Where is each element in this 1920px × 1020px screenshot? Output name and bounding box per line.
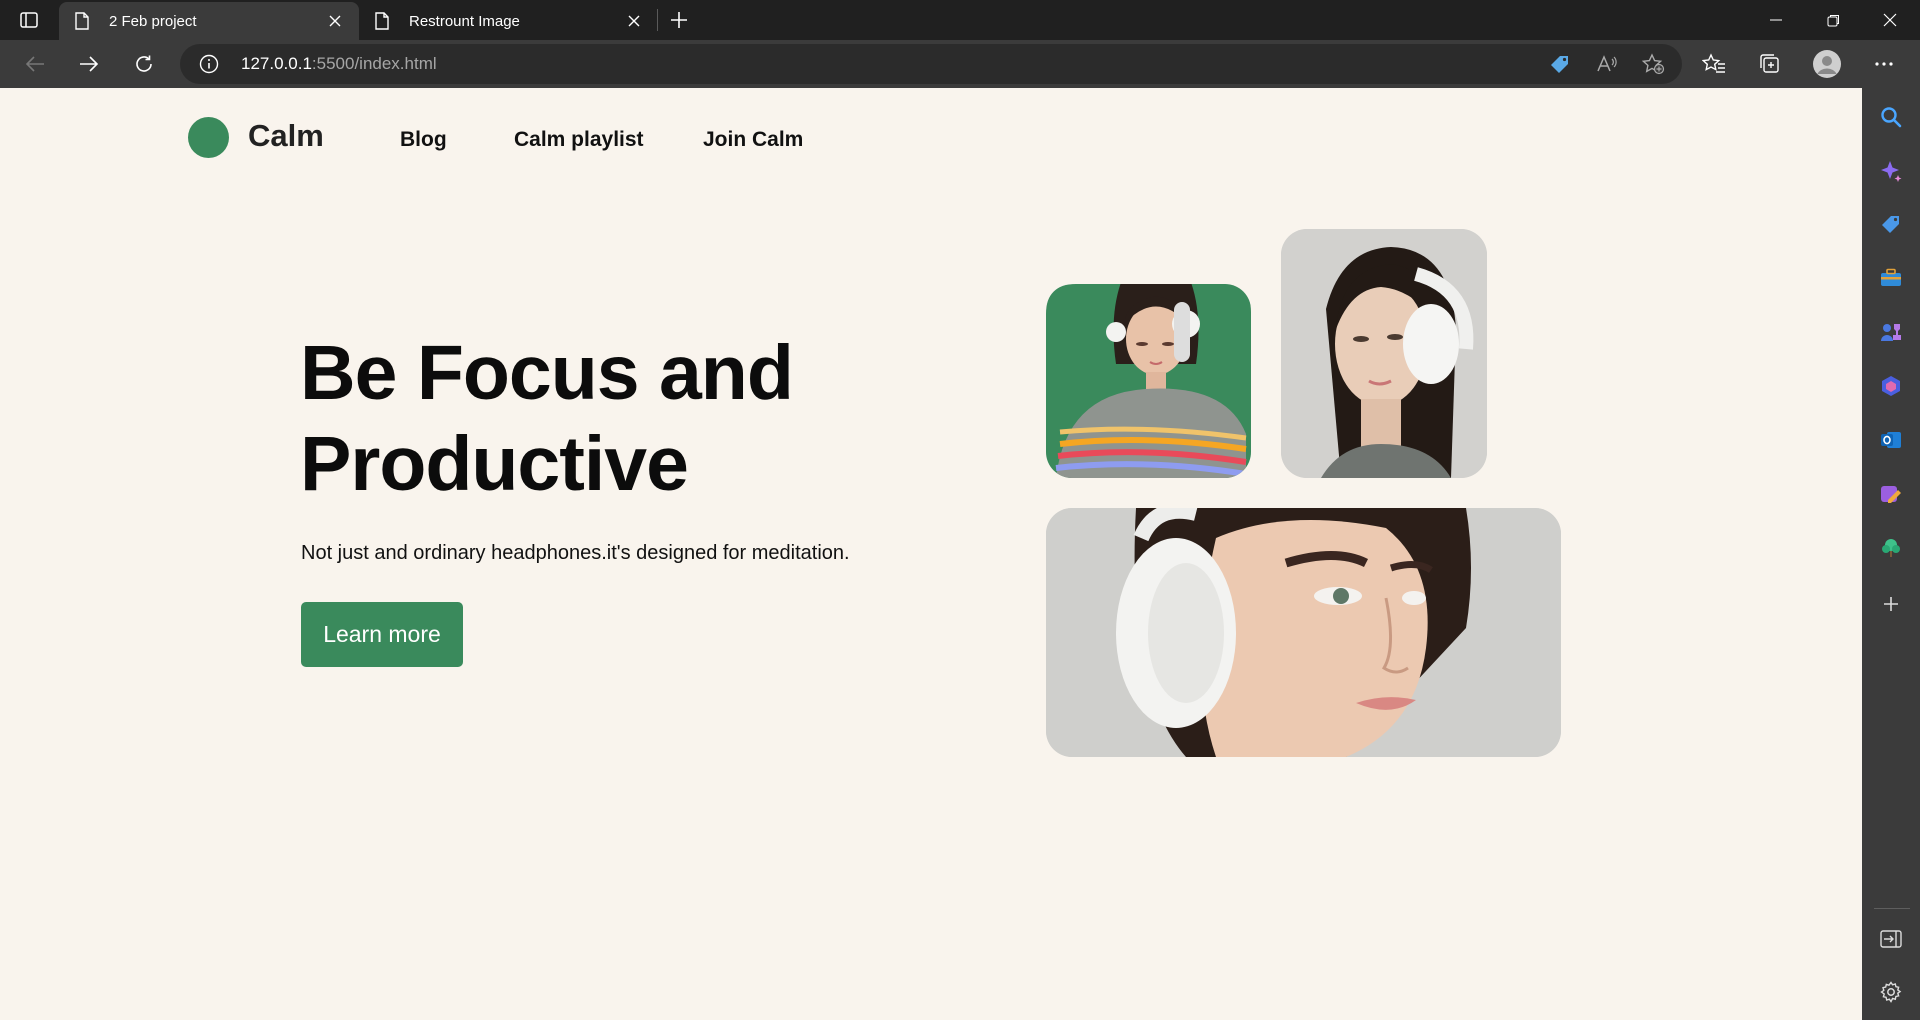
shopping-tag-icon[interactable] <box>1877 210 1905 238</box>
url-path: :5500/index.html <box>311 54 437 73</box>
coupon-tag-icon[interactable] <box>1545 50 1575 78</box>
nav-link-blog[interactable]: Blog <box>400 128 447 152</box>
back-button[interactable] <box>18 48 52 80</box>
headphones-photo-profile <box>1281 229 1487 478</box>
learn-more-button[interactable]: Learn more <box>301 602 463 667</box>
copilot-sparkle-icon[interactable] <box>1877 157 1905 185</box>
brand-logo-circle[interactable] <box>188 117 229 158</box>
address-bar[interactable]: 127.0.0.1:5500/index.html <box>180 44 1682 84</box>
outlook-icon[interactable] <box>1877 426 1905 454</box>
hero-title-line-2: Productive <box>300 421 689 507</box>
hero-title: Be Focus and Productive <box>300 328 860 510</box>
tab-title: Restrount Image <box>409 12 520 30</box>
favorites-icon[interactable] <box>1697 48 1731 80</box>
headphones-photo-green <box>1046 284 1251 478</box>
hero-title-line-1: Be Focus and <box>300 330 794 416</box>
page-icon <box>75 10 97 32</box>
browser-toolbar: 127.0.0.1:5500/index.html <box>0 40 1920 88</box>
search-icon[interactable] <box>1877 103 1905 131</box>
brand-name[interactable]: Calm <box>248 118 324 154</box>
browser-tab-bar: 2 Feb project Restrount Image <box>0 0 1920 40</box>
nav-link-calm-playlist[interactable]: Calm playlist <box>514 128 644 152</box>
url-host: 127.0.0.1 <box>241 54 312 73</box>
forward-button[interactable] <box>72 48 106 80</box>
microsoft-365-icon[interactable] <box>1877 372 1905 400</box>
settings-gear-icon[interactable] <box>1877 978 1905 1006</box>
close-tab-icon[interactable] <box>624 11 644 31</box>
headphones-photo-closeup <box>1046 508 1561 757</box>
browser-sidebar <box>1862 88 1920 1020</box>
profile-avatar-icon[interactable] <box>1810 48 1844 80</box>
page-icon <box>375 10 397 32</box>
tab-restrount-image[interactable]: Restrount Image <box>359 2 658 40</box>
nav-link-join-calm[interactable]: Join Calm <box>703 128 803 152</box>
hide-sidebar-icon[interactable] <box>1877 925 1905 953</box>
new-tab-button[interactable] <box>666 7 692 33</box>
tab-2-feb-project[interactable]: 2 Feb project <box>59 2 359 40</box>
restore-button[interactable] <box>1805 0 1861 40</box>
games-icon[interactable] <box>1877 318 1905 346</box>
add-favorite-icon[interactable] <box>1638 50 1668 78</box>
hero-subtitle: Not just and ordinary headphones.it's de… <box>301 542 850 564</box>
tab-title: 2 Feb project <box>109 12 197 30</box>
refresh-button[interactable] <box>127 48 161 80</box>
url-text[interactable]: 127.0.0.1:5500/index.html <box>241 54 437 74</box>
more-options-icon[interactable] <box>1867 48 1901 80</box>
add-sidebar-app-icon[interactable] <box>1877 590 1905 618</box>
tree-icon[interactable] <box>1877 534 1905 562</box>
designer-icon[interactable] <box>1877 480 1905 508</box>
collections-icon[interactable] <box>1753 48 1787 80</box>
close-window-button[interactable] <box>1862 0 1918 40</box>
close-tab-icon[interactable] <box>325 11 345 31</box>
site-info-icon[interactable] <box>198 53 220 75</box>
page-viewport: Calm Blog Calm playlist Join Calm Be Foc… <box>0 88 1862 1020</box>
sidebar-divider <box>1874 908 1910 909</box>
minimize-button[interactable] <box>1748 0 1804 40</box>
tab-actions-icon[interactable] <box>16 8 42 32</box>
tab-divider <box>657 9 658 31</box>
read-aloud-icon[interactable] <box>1592 50 1622 78</box>
tools-briefcase-icon[interactable] <box>1877 264 1905 292</box>
